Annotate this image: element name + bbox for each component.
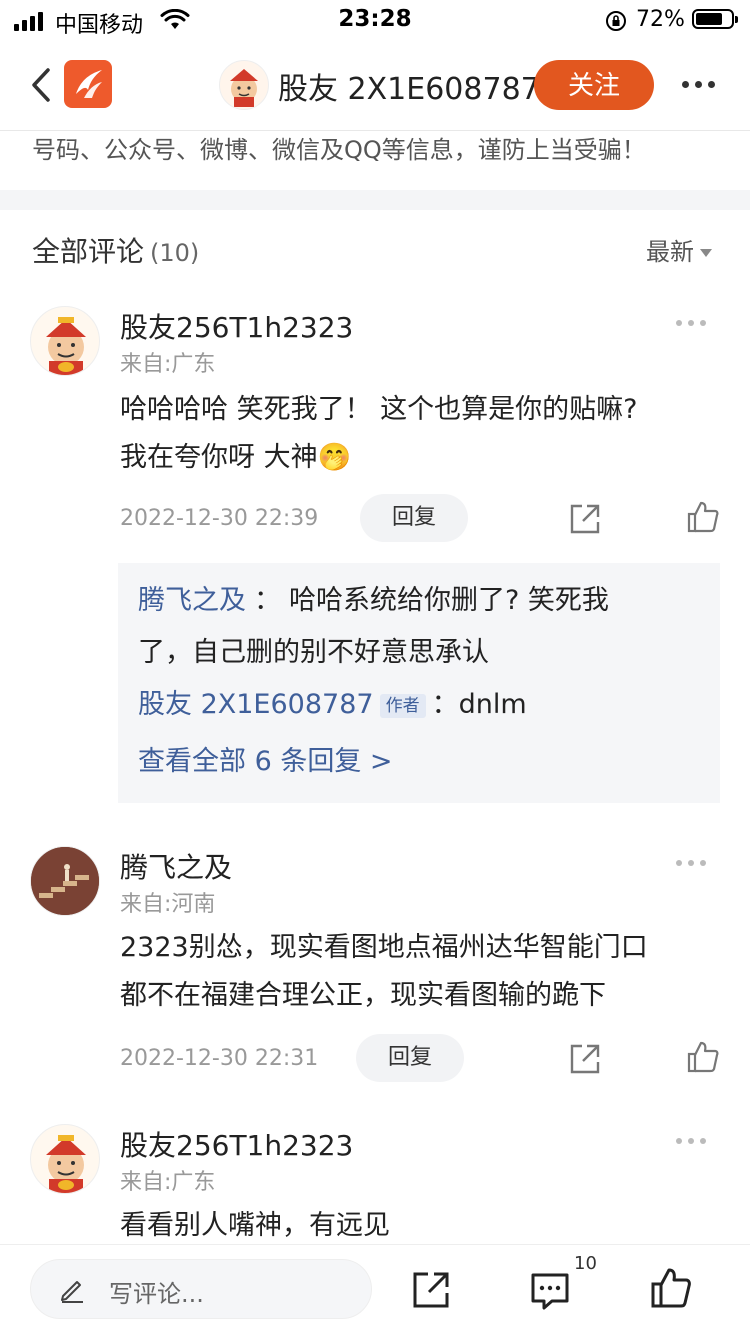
reply-text: 了，自己删的别不好意思承认 — [138, 637, 489, 668]
avatar[interactable] — [30, 1124, 100, 1194]
top-nav-bar: 股友 2X1E608787 关注 — [0, 42, 750, 131]
like-icon[interactable] — [650, 1267, 692, 1309]
back-icon[interactable] — [26, 62, 56, 108]
comments-title-label: 全部评论 — [32, 235, 145, 268]
comment-text-line: 哈哈哈哈 笑死我了！ 这个也算是你的贴嘛? — [120, 394, 638, 425]
like-icon[interactable] — [686, 500, 722, 536]
avatar[interactable] — [30, 306, 100, 376]
author-avatar[interactable] — [219, 60, 269, 110]
share-icon[interactable] — [568, 1042, 604, 1078]
comment-text-line: 我在夸你呀 大神🤭 — [120, 442, 352, 473]
section-divider — [0, 190, 750, 210]
reply-item[interactable]: 股友 2X1E608787 作者 ：dnlm — [138, 679, 698, 731]
view-all-replies-link[interactable]: 查看全部 6 条回复 > — [138, 739, 393, 778]
comment-username[interactable]: 腾飞之及 — [120, 846, 232, 886]
comment-input[interactable]: 写评论... — [30, 1259, 372, 1319]
comment-location: 来自:广东 — [120, 352, 216, 377]
reply-separator: ： — [254, 585, 281, 616]
sort-label: 最新 — [646, 238, 694, 266]
comment-username[interactable]: 股友256T1h2323 — [120, 306, 353, 346]
author-name[interactable]: 股友 2X1E608787 — [278, 64, 540, 108]
reply-separator: ： — [431, 689, 459, 720]
reply-text: 哈哈系统给你删了? 笑死我 — [289, 585, 609, 616]
like-icon[interactable] — [686, 1040, 722, 1076]
share-icon[interactable] — [568, 502, 604, 538]
replies-box: 腾飞之及 ： 哈哈系统给你删了? 笑死我 了，自己删的别不好意思承认 股友 2X1E… — [118, 563, 720, 803]
caret-down-icon — [700, 249, 712, 257]
reply-username[interactable]: 股友 2X1E608787 — [138, 689, 374, 720]
comment-count-badge: 10 — [574, 1253, 597, 1274]
reply-username[interactable]: 腾飞之及 — [138, 585, 246, 616]
comment-item: 股友256T1h2323 来自:广东 哈哈哈哈 笑死我了！ 这个也算是你的贴嘛?… — [0, 300, 750, 810]
comment-more-icon[interactable] — [676, 1134, 710, 1148]
comment-icon[interactable] — [530, 1271, 570, 1311]
reply-button[interactable]: 回复 — [360, 494, 468, 542]
comment-item: 腾飞之及 来自:河南 2323别怂，现实看图地点福州达华智能门口 都不在福建合理… — [0, 840, 750, 1100]
share-icon[interactable] — [412, 1271, 450, 1309]
comment-text-line: 看看别人嘴神，有远见 — [120, 1210, 390, 1241]
battery-percent: 72% — [636, 7, 685, 32]
battery-icon — [692, 9, 738, 29]
fraud-warning-text: 号码、公众号、微博、微信及QQ等信息，谨防上当受骗！ — [32, 136, 646, 164]
comment-more-icon[interactable] — [676, 316, 710, 330]
comment-text: 看看别人嘴神，有远见 — [120, 1202, 720, 1244]
comment-timestamp: 2022-12-30 22:31 — [120, 1046, 319, 1071]
pen-icon — [57, 1274, 87, 1308]
avatar[interactable] — [30, 846, 100, 916]
comment-text-line: 都不在福建合理公正，现实看图输的跪下 — [120, 980, 606, 1011]
comments-count: (10) — [150, 239, 200, 267]
author-badge: 作者 — [379, 693, 426, 718]
reply-item[interactable]: 腾飞之及 ： 哈哈系统给你删了? 笑死我 了，自己删的别不好意思承认 — [138, 575, 698, 679]
comment-timestamp: 2022-12-30 22:39 — [120, 506, 319, 531]
comment-more-icon[interactable] — [676, 856, 710, 870]
comment-username[interactable]: 股友256T1h2323 — [120, 1124, 353, 1164]
comment-input-placeholder: 写评论... — [109, 1280, 204, 1308]
reply-text: dnlm — [458, 689, 527, 720]
comment-text-line: 2323别怂，现实看图地点福州达华智能门口 — [120, 932, 648, 963]
follow-button[interactable]: 关注 — [534, 60, 654, 110]
comments-section-title: 全部评论 (10) — [32, 230, 199, 270]
app-logo-icon[interactable] — [64, 60, 112, 108]
sort-dropdown[interactable]: 最新 — [646, 232, 712, 267]
comment-location: 来自:河南 — [120, 892, 216, 917]
comment-text: 2323别怂，现实看图地点福州达华智能门口 都不在福建合理公正，现实看图输的跪下 — [120, 924, 720, 1020]
reply-button[interactable]: 回复 — [356, 1034, 464, 1082]
bottom-action-bar: 写评论... 10 — [0, 1244, 750, 1335]
orientation-lock-icon — [604, 9, 628, 39]
comment-text: 哈哈哈哈 笑死我了！ 这个也算是你的贴嘛? 我在夸你呀 大神🤭 — [120, 386, 720, 482]
more-options-icon[interactable] — [682, 72, 718, 96]
comment-location: 来自:广东 — [120, 1170, 216, 1195]
comment-item: 股友256T1h2323 来自:广东 看看别人嘴神，有远见 — [0, 1118, 750, 1244]
status-bar: 中国移动 23:28 72% — [0, 0, 750, 42]
